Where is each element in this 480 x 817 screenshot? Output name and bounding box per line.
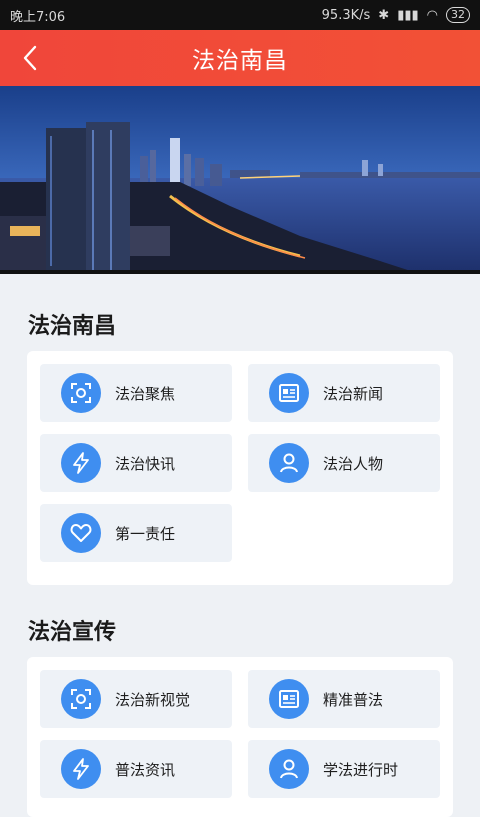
section-title-fazhi-xuanchuan: 法治宣传 (28, 620, 117, 645)
banner-image (0, 86, 480, 274)
heart-icon (61, 513, 101, 553)
tile-fazhi-kuaixun[interactable]: 法治快讯 (40, 434, 232, 492)
person-icon (269, 749, 309, 789)
tile-label: 第一责任 (115, 524, 176, 543)
lightning-icon (61, 749, 101, 789)
app-bar: 法治南昌 (0, 30, 480, 86)
tile-label: 法治新闻 (323, 384, 384, 403)
back-button[interactable] (10, 38, 50, 78)
wifi-icon: ◠ (426, 7, 438, 23)
bluetooth-icon: ✱ (378, 7, 390, 23)
focus-icon (61, 679, 101, 719)
tile-fazhi-jujiao[interactable]: 法治聚焦 (40, 364, 232, 422)
network-speed: 95.3K/s (321, 7, 371, 23)
tile-diyi-zeren[interactable]: 第一责任 (40, 504, 232, 562)
section-card-fazhi-nanchang: 法治聚焦 法治新闻 法治快讯 法治人物 第一责任 (27, 351, 453, 585)
tile-label: 法治新视觉 (115, 690, 191, 709)
chevron-left-icon (23, 45, 37, 71)
tile-pufa-zixun[interactable]: 普法资讯 (40, 740, 232, 798)
newspaper-icon (269, 679, 309, 719)
tile-label: 学法进行时 (323, 760, 399, 779)
status-indicators: 95.3K/s ✱ ▮▮▮ ◠ 32 (322, 7, 470, 23)
lightning-icon (61, 443, 101, 483)
tile-fazhi-xinshijue[interactable]: 法治新视觉 (40, 670, 232, 728)
tile-label: 法治人物 (323, 454, 384, 473)
tile-fazhi-renwu[interactable]: 法治人物 (248, 434, 440, 492)
signal-icon: ▮▮▮ (397, 7, 419, 23)
battery-icon: 32 (446, 7, 470, 23)
section-title-fazhi-nanchang: 法治南昌 (28, 314, 117, 339)
tile-label: 法治快讯 (115, 454, 176, 473)
status-time: 晚上7:06 (10, 9, 66, 25)
tile-jingzhun-pufa[interactable]: 精准普法 (248, 670, 440, 728)
tile-fazhi-xinwen[interactable]: 法治新闻 (248, 364, 440, 422)
newspaper-icon (269, 373, 309, 413)
focus-icon (61, 373, 101, 413)
status-bar: 晚上7:06 95.3K/s ✱ ▮▮▮ ◠ 32 (0, 0, 480, 30)
tile-label: 法治聚焦 (115, 384, 176, 403)
tile-xuefa-jinxingshi[interactable]: 学法进行时 (248, 740, 440, 798)
page-title: 法治南昌 (192, 48, 288, 74)
tile-label: 精准普法 (323, 690, 384, 709)
person-icon (269, 443, 309, 483)
section-card-fazhi-xuanchuan: 法治新视觉 精准普法 普法资讯 学法进行时 (27, 657, 453, 817)
tile-label: 普法资讯 (115, 760, 176, 779)
